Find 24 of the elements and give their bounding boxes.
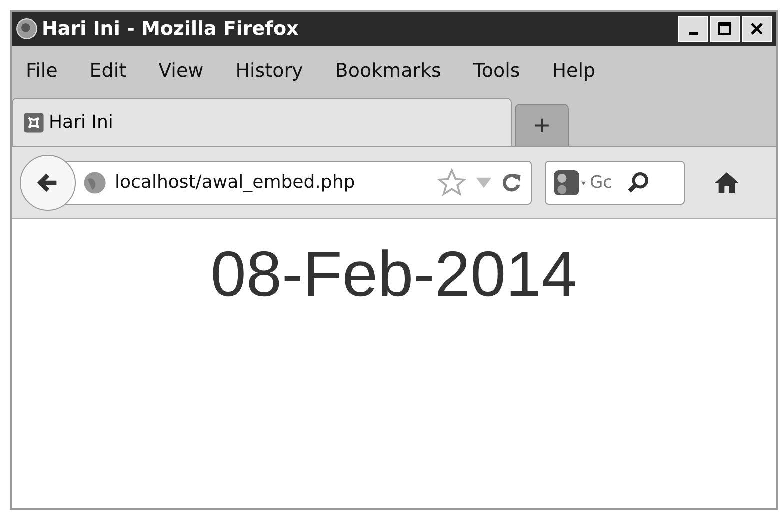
star-icon[interactable] xyxy=(437,168,467,198)
menu-item[interactable]: Help xyxy=(552,60,596,82)
minimize-button[interactable] xyxy=(678,16,708,42)
page-heading: 08-Feb-2014 xyxy=(210,237,578,311)
menu-item[interactable]: Tools xyxy=(473,60,520,82)
minimize-icon xyxy=(688,32,698,34)
menu-item[interactable]: View xyxy=(158,60,204,82)
new-tab-button[interactable]: + xyxy=(515,104,569,146)
menu-item[interactable]: Edit xyxy=(90,60,127,82)
search-icon[interactable] xyxy=(626,170,650,194)
search-engine-icon[interactable] xyxy=(552,168,586,198)
reload-icon[interactable] xyxy=(501,172,523,194)
globe-icon xyxy=(16,18,38,40)
favicon-icon xyxy=(23,112,45,134)
globe-icon xyxy=(83,170,107,194)
menu-item[interactable]: File xyxy=(26,60,58,82)
close-icon xyxy=(750,22,764,36)
menu-item[interactable]: Bookmarks xyxy=(335,60,442,82)
maximize-button[interactable] xyxy=(710,16,740,42)
maximize-icon xyxy=(718,22,732,36)
close-button[interactable] xyxy=(742,16,772,42)
window-title: Hari Ini - Mozilla Firefox xyxy=(42,18,300,40)
browser-tab[interactable]: Hari Ini xyxy=(12,98,512,146)
menu-item[interactable]: History xyxy=(236,60,304,82)
